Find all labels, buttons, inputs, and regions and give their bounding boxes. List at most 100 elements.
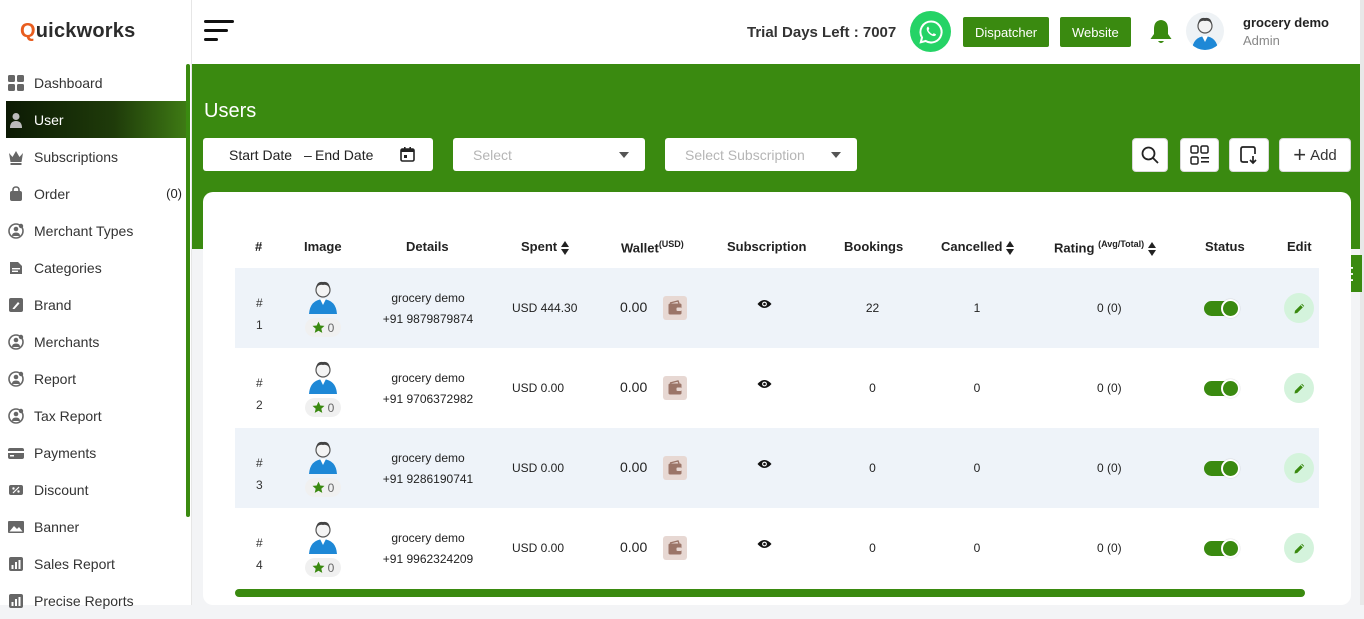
sidebar-item-sales-report[interactable]: Sales Report: [6, 545, 186, 582]
bookings-value: 22: [865, 301, 880, 315]
edit-button[interactable]: [1284, 373, 1314, 403]
add-user-button[interactable]: + Add: [1279, 138, 1351, 172]
col-header-image: Image: [304, 239, 342, 254]
start-date-label: Start Date: [229, 146, 293, 163]
end-date-label: End Date: [315, 146, 374, 163]
columns-button[interactable]: [1180, 138, 1219, 172]
sidebar-item-payments[interactable]: Payments: [6, 434, 186, 471]
export-button[interactable]: [1229, 138, 1269, 172]
view-subscription-icon[interactable]: [757, 538, 772, 552]
sidebar-item-label: Dashboard: [34, 74, 103, 91]
sidebar-item-label: Sales Report: [34, 555, 115, 572]
sidebar-item-brand[interactable]: Brand: [6, 286, 186, 323]
view-subscription-icon[interactable]: [757, 378, 772, 392]
wallet-icon[interactable]: [663, 296, 687, 320]
page-title: Users: [204, 100, 257, 122]
search-button[interactable]: [1132, 138, 1168, 172]
view-subscription-icon[interactable]: [757, 458, 772, 472]
col-header-spent[interactable]: Spent: [521, 239, 570, 256]
row-index: 2: [256, 398, 263, 412]
col-header-details: Details: [406, 239, 449, 254]
sidebar-item-merchants[interactable]: Merchants: [6, 323, 186, 360]
website-button[interactable]: Website: [1060, 17, 1131, 47]
plus-icon: +: [1293, 142, 1307, 167]
sidebar-item-label: Precise Reports: [34, 592, 134, 609]
select-dropdown[interactable]: Select: [453, 138, 645, 171]
avatar[interactable]: [1186, 12, 1224, 50]
page-scrollbar[interactable]: [1360, 0, 1364, 605]
sidebar-item-categories[interactable]: Categories: [6, 249, 186, 286]
quickworks-logo[interactable]: Quickworks: [20, 20, 135, 43]
sidebar-item-discount[interactable]: Discount: [6, 471, 186, 508]
user-details: grocery demo +91 9879879874: [375, 288, 481, 330]
view-subscription-icon[interactable]: [757, 298, 772, 312]
user-image[interactable]: 0: [305, 358, 341, 418]
col-header-cancelled-label: Cancelled: [941, 239, 1003, 254]
edit-button[interactable]: [1284, 453, 1314, 483]
star-icon: [312, 561, 325, 574]
wallet-icon[interactable]: [663, 376, 687, 400]
date-range-picker[interactable]: Start Date – End Date: [203, 138, 433, 171]
user-phone: +91 9706372982: [382, 392, 474, 406]
sidebar-item-label: Merchants: [34, 333, 100, 350]
sidebar-item-label: Payments: [34, 444, 97, 461]
logo-text: uickworks: [35, 20, 136, 42]
user-image[interactable]: 0: [305, 518, 341, 578]
wallet-value: 0.00: [620, 539, 648, 555]
user-image[interactable]: 0: [305, 278, 341, 338]
col-header-rating[interactable]: Rating (Avg/Total): [1054, 239, 1157, 257]
sidebar-scrollbar[interactable]: [186, 64, 190, 517]
sidebar-item-report[interactable]: Report: [6, 360, 186, 397]
status-toggle[interactable]: [1204, 459, 1240, 478]
sidebar-item-user[interactable]: User: [6, 101, 186, 138]
sidebar-item-subscriptions[interactable]: Subscriptions: [6, 138, 186, 175]
spent-value: USD 0.00: [512, 381, 565, 395]
user-details: grocery demo +91 9962324209: [375, 528, 481, 570]
sidebar-item-banner[interactable]: Banner: [6, 508, 186, 545]
col-header-spent-label: Spent: [521, 239, 558, 254]
row-hash: #: [256, 376, 263, 390]
toggle-knob: [1221, 299, 1240, 318]
status-toggle[interactable]: [1204, 299, 1240, 318]
edit-button[interactable]: [1284, 533, 1314, 563]
menu-toggle-icon[interactable]: [204, 20, 234, 44]
user-phone: +91 9962324209: [382, 552, 474, 566]
sidebar-item-label: Brand: [34, 296, 72, 313]
user-image[interactable]: 0: [305, 438, 341, 498]
brand-icon: [9, 297, 23, 312]
table-horizontal-scrollbar[interactable]: [235, 589, 1305, 597]
cancelled-value: 0: [973, 381, 981, 395]
status-toggle[interactable]: [1204, 379, 1240, 398]
export-icon: [1240, 146, 1257, 165]
sidebar-item-merchant-types[interactable]: Merchant Types: [6, 212, 186, 249]
rating-pill: 0: [305, 478, 341, 497]
wallet-value: 0.00: [620, 379, 648, 395]
table-row: #4 0 grocery demo +91 9962324209 USD 0.00 0.0…: [235, 508, 1319, 588]
table-row: #2 0 grocery demo +91 9706372982 USD 0.00 0.0…: [235, 348, 1319, 428]
status-toggle[interactable]: [1204, 539, 1240, 558]
sidebar-item-dashboard[interactable]: Dashboard: [6, 64, 186, 101]
whatsapp-icon[interactable]: [910, 11, 951, 52]
sidebar-item-tax-report[interactable]: Tax Report: [6, 397, 186, 434]
dashboard-icon: [8, 74, 24, 91]
order-count: (0): [166, 186, 182, 201]
rating-avg-total: 0 (0): [1097, 381, 1122, 395]
sidebar-item-label: Merchant Types: [34, 222, 134, 239]
select-placeholder: Select: [473, 146, 512, 163]
subscription-dropdown[interactable]: Select Subscription: [665, 138, 857, 171]
edit-button[interactable]: [1284, 293, 1314, 323]
sidebar-item-order[interactable]: Order (0): [6, 175, 186, 212]
row-index: 3: [256, 478, 263, 492]
sidebar-item-label: Order: [34, 185, 70, 202]
rating-value: 0: [327, 560, 335, 575]
wallet-icon[interactable]: [663, 456, 687, 480]
sidebar-item-precise-reports[interactable]: Precise Reports: [6, 582, 186, 619]
col-header-cancelled[interactable]: Cancelled: [941, 239, 1015, 256]
wallet-icon[interactable]: [663, 536, 687, 560]
bell-icon[interactable]: [1148, 18, 1174, 46]
dispatcher-button[interactable]: Dispatcher: [963, 17, 1050, 47]
row-hash: #: [256, 296, 263, 310]
row-hash: #: [256, 456, 263, 470]
sidebar-item-label: Tax Report: [34, 407, 102, 424]
spent-value: USD 0.00: [512, 461, 565, 475]
